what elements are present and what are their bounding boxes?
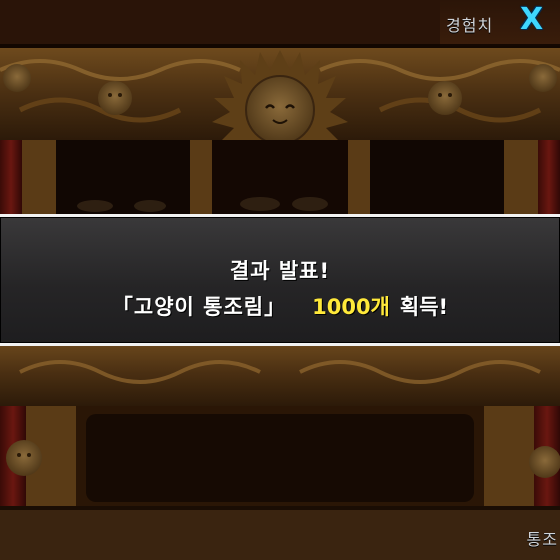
cat-food-counter-label: 통조 — [526, 530, 558, 549]
exp-counter: 경험치 X — [440, 0, 560, 46]
result-title: 결과 발표! — [229, 259, 331, 283]
result-banner: 결과 발표! 「고양이 통조림」 1000개 획득! — [0, 214, 560, 346]
exp-label: 경험치 — [446, 16, 494, 35]
reward-suffix: 획득! — [399, 295, 449, 319]
exp-value: X — [520, 2, 544, 37]
game-screen: 경험치 X 통조 결과 발표! 「고양이 통조림」 1000개 획득! — [0, 0, 560, 560]
reward-item-name: 「고양이 통조림」 — [111, 295, 287, 319]
reward-line: 「고양이 통조림」 1000개 획득! — [0, 291, 560, 321]
reward-amount: 1000개 — [312, 295, 390, 319]
